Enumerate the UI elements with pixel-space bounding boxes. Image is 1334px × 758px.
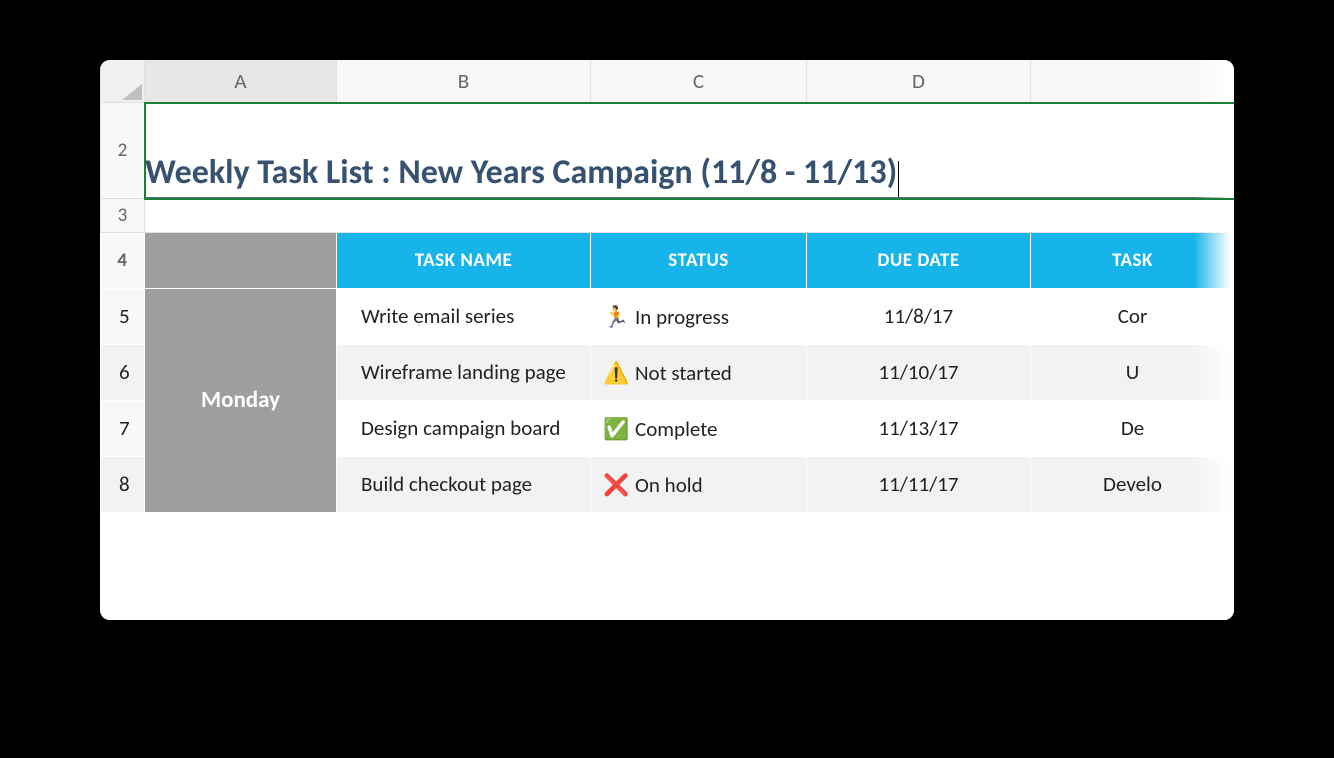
table-row: 5 Monday Write email series 🏃In progress… (101, 288, 1235, 344)
row-header-2[interactable]: 2 (101, 102, 145, 198)
cell-extra[interactable]: Develo (1031, 456, 1235, 512)
status-label: On hold (635, 472, 703, 498)
empty-cell[interactable] (145, 198, 1235, 232)
cell-task[interactable]: Build checkout page (337, 456, 591, 512)
cell-extra[interactable]: De (1031, 400, 1235, 456)
cell-task[interactable]: Wireframe landing page (337, 344, 591, 400)
row-header-4[interactable]: 4 (101, 232, 145, 288)
cell-due[interactable]: 11/11/17 (807, 456, 1031, 512)
status-label: Complete (635, 416, 718, 442)
col-status[interactable]: STATUS (591, 232, 807, 288)
cell-status[interactable]: ⚠️ Not started (591, 344, 807, 400)
title-cell[interactable]: Weekly Task List : New Years Campaign (1… (145, 102, 1235, 198)
title-row: 2 Weekly Task List : New Years Campaign … (101, 102, 1235, 198)
table-header-row: 4 TASK NAME STATUS DUE DATE TASK (101, 232, 1235, 288)
sheet-title: Weekly Task List : New Years Campaign (1… (145, 152, 897, 193)
table-corner-cell[interactable] (145, 232, 337, 288)
x-icon: ❌ (603, 472, 627, 498)
column-header-E[interactable] (1031, 60, 1235, 102)
row-header-8[interactable]: 8 (101, 456, 145, 512)
cell-status[interactable]: 🏃 In progress (591, 288, 807, 344)
col-due-date[interactable]: DUE DATE (807, 232, 1031, 288)
cell-status[interactable]: ✅ Complete (591, 400, 807, 456)
status-label: Not started (635, 360, 732, 386)
day-label-cell[interactable]: Monday (145, 288, 337, 512)
row-header-5[interactable]: 5 (101, 288, 145, 344)
fade-bottom (100, 560, 1234, 620)
column-header-row: A B C D (101, 60, 1235, 102)
col-extra[interactable]: TASK (1031, 232, 1235, 288)
spacer-row: 3 (101, 198, 1235, 232)
text-cursor (898, 161, 899, 197)
row-header-6[interactable]: 6 (101, 344, 145, 400)
column-header-A[interactable]: A (145, 60, 337, 102)
status-label: In progress (635, 304, 729, 330)
warning-icon: ⚠️ (603, 360, 627, 386)
row-header-7[interactable]: 7 (101, 400, 145, 456)
cell-extra[interactable]: U (1031, 344, 1235, 400)
cell-extra[interactable]: Cor (1031, 288, 1235, 344)
column-header-D[interactable]: D (807, 60, 1031, 102)
cell-due[interactable]: 11/13/17 (807, 400, 1031, 456)
column-header-B[interactable]: B (337, 60, 591, 102)
cell-due[interactable]: 11/10/17 (807, 344, 1031, 400)
cell-task[interactable]: Write email series (337, 288, 591, 344)
column-header-C[interactable]: C (591, 60, 807, 102)
cell-task[interactable]: Design campaign board (337, 400, 591, 456)
running-icon: 🏃 (603, 304, 627, 330)
select-all-corner[interactable] (101, 60, 145, 102)
spreadsheet-grid[interactable]: A B C D 2 Weekly Task List : New Years C… (100, 60, 1234, 513)
cell-status[interactable]: ❌ On hold (591, 456, 807, 512)
row-header-3[interactable]: 3 (101, 198, 145, 232)
cell-due[interactable]: 11/8/17 (807, 288, 1031, 344)
col-task-name[interactable]: TASK NAME (337, 232, 591, 288)
check-icon: ✅ (603, 416, 627, 442)
spreadsheet-card: A B C D 2 Weekly Task List : New Years C… (100, 60, 1234, 620)
